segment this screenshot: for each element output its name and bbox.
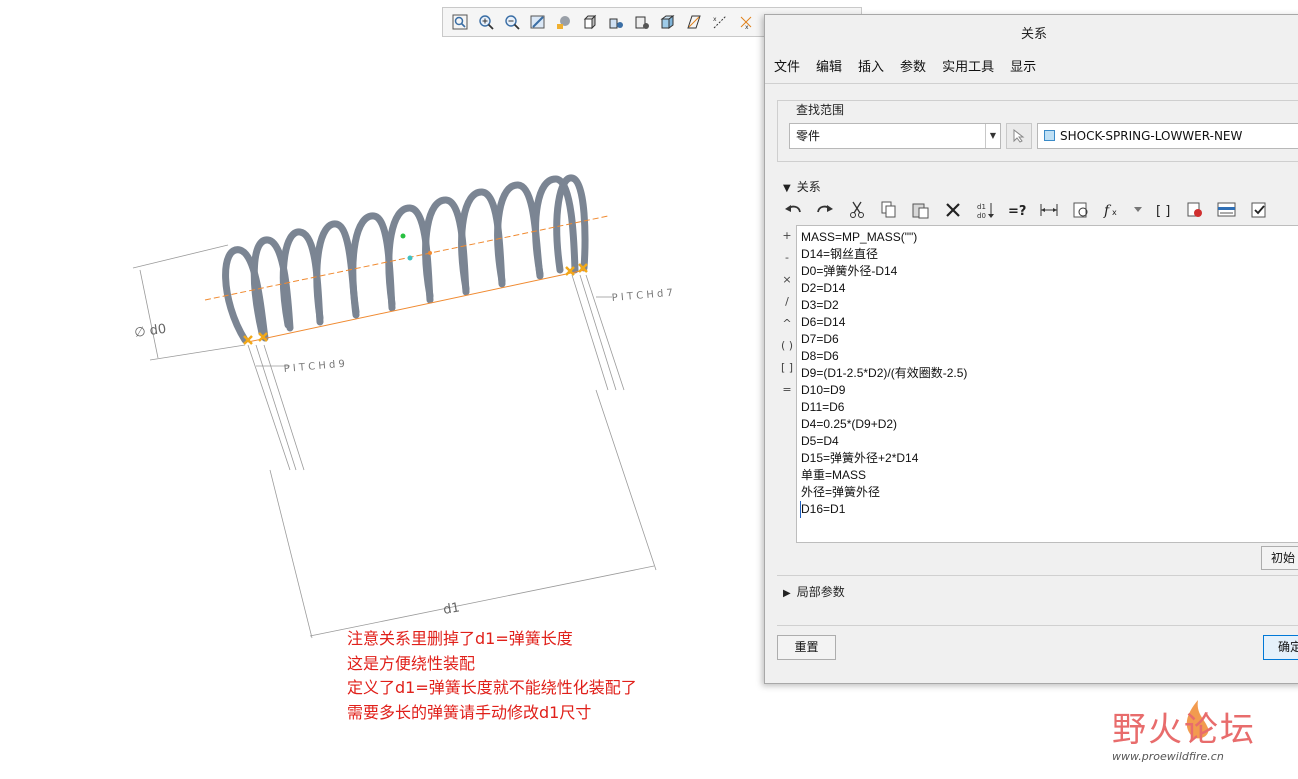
annotation-line: 这是方便绕性装配 [347, 653, 476, 673]
relation-line[interactable]: MASS=MP_MASS("") [801, 229, 1298, 246]
relations-section-label: 关系 [796, 180, 821, 194]
svg-text:f: f [1103, 203, 1112, 218]
center-axis [204, 215, 609, 301]
relation-line[interactable]: D2=D14 [801, 280, 1298, 297]
relation-line[interactable]: D15=弹簧外径+2*D14 [801, 450, 1298, 467]
chevron-down-icon[interactable] [1133, 198, 1143, 222]
reset-button[interactable]: 重置 [777, 635, 836, 660]
dimension-d0-label[interactable]: ∅ d0 [133, 322, 167, 341]
operator-plus[interactable]: + [777, 225, 797, 247]
operator-palette: + - × / ^ ( ) [ ] = [777, 225, 797, 401]
menu-parameters[interactable]: 参数 [892, 55, 934, 83]
svg-text:=?: =? [1008, 204, 1026, 218]
scope-model-value: SHOCK-SPRING-LOWWER-NEW [1060, 129, 1243, 143]
copy-icon[interactable] [877, 198, 901, 222]
relation-line[interactable]: D9=(D1-2.5*D2)/(有效圈数-2.5) [801, 365, 1298, 382]
relation-line[interactable]: D3=D2 [801, 297, 1298, 314]
relation-line[interactable]: D4=0.25*(D9+D2) [801, 416, 1298, 433]
operator-divide[interactable]: / [777, 291, 797, 313]
relation-line[interactable]: D6=D14 [801, 314, 1298, 331]
relation-line[interactable]: D11=D6 [801, 399, 1298, 416]
evaluate-icon[interactable]: =? [1005, 198, 1029, 222]
spring-coils [222, 174, 589, 344]
verify-icon[interactable] [1069, 198, 1093, 222]
relations-dialog: 关系 文件 编辑 插入 参数 实用工具 显示 查找范围 零件 ▼ SHOCK-S… [764, 14, 1298, 684]
datum-point [428, 251, 432, 255]
operator-minus[interactable]: - [777, 247, 797, 269]
annotation-line: 定义了d1=弹簧长度就不能绕性化装配了 [347, 678, 637, 697]
cut-icon[interactable] [845, 198, 869, 222]
annotation-line: 需要多长的弹簧请手动修改d1尺寸 [347, 702, 592, 722]
relation-line[interactable]: D16=D1 [800, 501, 1298, 518]
operator-power[interactable]: ^ [777, 313, 797, 335]
svg-text:x: x [1112, 208, 1117, 217]
part-icon [1044, 130, 1055, 141]
paste-icon[interactable] [909, 198, 933, 222]
relations-toolbar: d1 d0 =? fx [ ] [781, 198, 1271, 222]
menu-bar: 文件 编辑 插入 参数 实用工具 显示 [765, 55, 1298, 83]
chevron-down-icon[interactable]: ▼ [985, 124, 1000, 148]
select-model-button[interactable] [1006, 123, 1032, 149]
menu-display[interactable]: 显示 [1002, 55, 1044, 83]
menu-utilities[interactable]: 实用工具 [934, 55, 1002, 83]
scope-type-value: 零件 [796, 129, 821, 143]
function-icon[interactable]: fx [1101, 198, 1125, 222]
scope-type-select[interactable]: 零件 ▼ [789, 123, 1001, 149]
menu-file[interactable]: 文件 [765, 55, 808, 83]
sort-relations-icon[interactable]: d1 d0 [973, 198, 997, 222]
watermark-url: www.proewildfire.cn [1112, 750, 1224, 763]
svg-text:d0: d0 [977, 212, 986, 219]
ok-button[interactable]: 确定 [1263, 635, 1298, 660]
relations-section-header[interactable]: ▼ 关系 [783, 178, 821, 195]
annotation-line: 注意关系里删掉了d1=弹簧长度 [347, 629, 573, 648]
menu-edit[interactable]: 编辑 [808, 55, 850, 83]
relation-line[interactable]: D5=D4 [801, 433, 1298, 450]
pitch-d9-label[interactable]: P I T C H d 9 [283, 359, 345, 375]
operator-parentheses[interactable]: ( ) [777, 335, 797, 357]
redo-icon[interactable] [813, 198, 837, 222]
svg-text:[ ]: [ ] [1156, 204, 1170, 218]
checklist-icon[interactable] [1247, 198, 1271, 222]
section-divider [777, 575, 1298, 576]
relation-line[interactable]: 外径=弹簧外径 [801, 484, 1298, 501]
relation-line[interactable]: D8=D6 [801, 348, 1298, 365]
relation-line[interactable]: D10=D9 [801, 382, 1298, 399]
operator-equals[interactable]: = [777, 379, 797, 401]
pitch-d7-label[interactable]: P I T C H d 7 [611, 288, 673, 304]
local-params-label: 局部参数 [796, 585, 845, 599]
relations-editor[interactable]: MASS=MP_MASS("") D14=钢丝直径 D0=弹簧外径-D14 D2… [796, 225, 1298, 543]
menu-insert[interactable]: 插入 [850, 55, 892, 83]
relation-line[interactable]: D14=钢丝直径 [801, 246, 1298, 263]
datum-point [407, 255, 413, 261]
dialog-title: 关系 [765, 15, 1298, 55]
operator-multiply[interactable]: × [777, 269, 797, 291]
annotation-note: 注意关系里删掉了d1=弹簧长度 这是方便绕性装配 定义了d1=弹簧长度就不能绕性… [347, 627, 637, 725]
init-button[interactable]: 初始 [1261, 546, 1298, 570]
relation-line[interactable]: D0=弹簧外径-D14 [801, 263, 1298, 280]
unit-sensitivity-icon[interactable] [1183, 198, 1207, 222]
undo-icon[interactable] [781, 198, 805, 222]
forum-watermark: 野火论坛 www.proewildfire.cn [1112, 700, 1256, 763]
cursor-arrow-icon [1013, 129, 1025, 143]
scope-label: 查找范围 [793, 101, 848, 118]
caret-right-icon: ▶ [783, 588, 791, 599]
delete-icon[interactable] [941, 198, 965, 222]
operator-brackets[interactable]: [ ] [777, 357, 797, 379]
menu-divider [765, 83, 1298, 84]
show-dimensions-icon[interactable] [1215, 198, 1239, 222]
relation-line[interactable]: 单重=MASS [801, 467, 1298, 484]
relation-line[interactable]: D7=D6 [801, 331, 1298, 348]
dimension-d1-label[interactable]: d1 [442, 600, 461, 618]
measure-icon[interactable] [1037, 198, 1061, 222]
brackets-icon[interactable]: [ ] [1151, 198, 1175, 222]
svg-text:d1: d1 [977, 203, 986, 211]
watermark-brand: 野火论坛 [1112, 710, 1256, 750]
scope-model-field[interactable]: SHOCK-SPRING-LOWWER-NEW [1037, 123, 1298, 149]
csys-point [400, 233, 406, 239]
footer-divider [777, 625, 1298, 626]
caret-down-icon: ▼ [783, 183, 791, 194]
local-params-header[interactable]: ▶ 局部参数 [783, 583, 845, 600]
